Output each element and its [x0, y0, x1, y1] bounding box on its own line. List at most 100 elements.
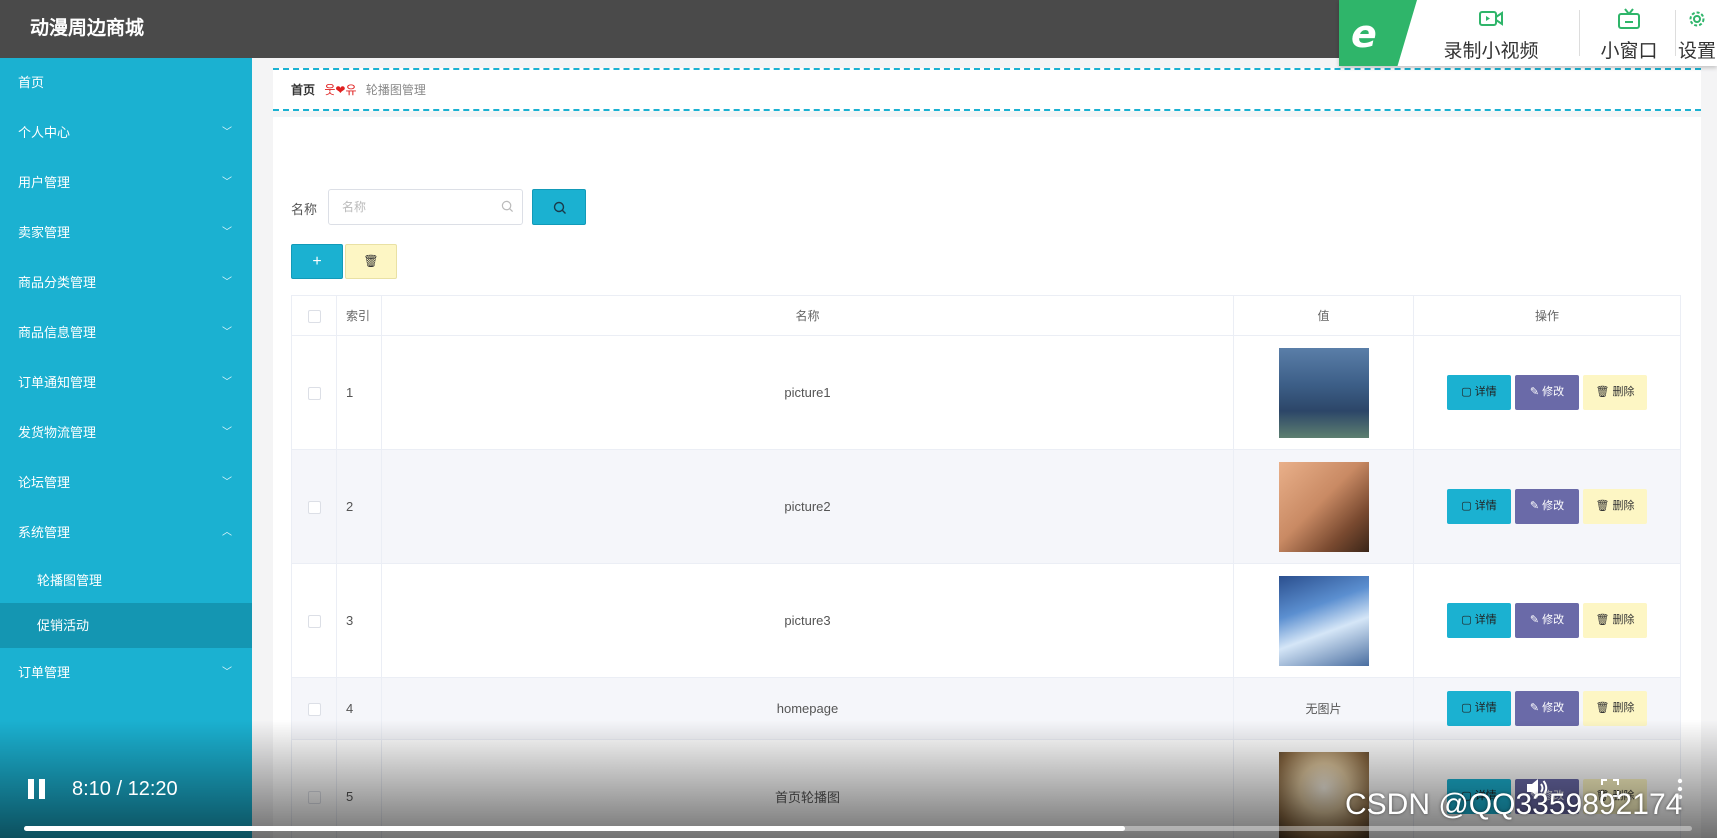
settings-label: 设置: [1677, 41, 1716, 62]
row-checkbox[interactable]: [307, 791, 321, 805]
sidebar-item-label: 商品信息管理: [18, 325, 97, 340]
sidebar-item-label: 商品分类管理: [18, 275, 97, 290]
row-index: 4: [336, 677, 382, 740]
record-video-button[interactable]: 录制小视频: [1417, 0, 1565, 66]
content-panel: 名称 + 🗑 索引 名称 值 操作 1 picture1: [273, 117, 1701, 838]
settings-button[interactable]: 设置: [1677, 0, 1717, 66]
time-display: 8:10 / 12:20: [72, 778, 178, 800]
row-image: [1278, 461, 1369, 552]
select-all-checkbox[interactable]: [307, 309, 321, 323]
breadcrumb-home[interactable]: 首页: [291, 83, 315, 97]
progress-fill: [24, 826, 1125, 831]
header-value: 值: [1233, 295, 1414, 336]
row-index: 3: [336, 563, 382, 678]
row-checkbox[interactable]: [307, 501, 321, 515]
sidebar-item-sellers[interactable]: 卖家管理 ﹀: [0, 208, 252, 258]
search-icon: [553, 201, 566, 214]
sidebar-item-label: 系统管理: [18, 525, 71, 540]
mini-window-button[interactable]: 小窗口: [1589, 0, 1669, 66]
table-row: 1 picture1 ▢ 详情 ✎ 修改 🗑 删除: [291, 335, 1681, 450]
app-title: 动漫周边商城: [30, 18, 145, 39]
watermark: CSDN @QQ3359892174: [1345, 788, 1683, 821]
row-checkbox[interactable]: [307, 703, 321, 717]
row-name: picture3: [381, 563, 1234, 678]
table-header-row: 索引 名称 值 操作: [291, 295, 1681, 336]
record-video-label: 录制小视频: [1443, 41, 1539, 62]
chevron-down-icon: ﹀: [222, 227, 232, 238]
sidebar-item-product-info[interactable]: 商品信息管理 ﹀: [0, 308, 252, 358]
sidebar-item-home[interactable]: 首页: [0, 58, 252, 108]
select-all-cell[interactable]: [291, 295, 337, 336]
delete-button[interactable]: 🗑 删除: [1583, 691, 1647, 726]
browser-logo: e: [1339, 0, 1417, 66]
sidebar-item-shipping[interactable]: 发货物流管理 ﹀: [0, 408, 252, 458]
chevron-down-icon: ﹀: [222, 327, 232, 338]
table-row: 4 homepage 无图片 ▢ 详情 ✎ 修改 🗑 删除: [291, 677, 1681, 740]
header-name: 名称: [381, 295, 1234, 336]
detail-button[interactable]: ▢ 详情: [1447, 489, 1511, 524]
row-name: 首页轮播图: [381, 739, 1234, 838]
row-index: 1: [336, 335, 382, 450]
delete-button[interactable]: 🗑 删除: [1583, 489, 1647, 524]
bulk-delete-button[interactable]: 🗑: [345, 244, 397, 279]
pause-button[interactable]: [28, 779, 46, 799]
delete-button[interactable]: 🗑 删除: [1583, 375, 1647, 410]
row-checkbox[interactable]: [307, 387, 321, 401]
sidebar-subitem-label: 促销活动: [37, 618, 90, 633]
mini-window-label: 小窗口: [1600, 41, 1658, 62]
chevron-down-icon: ﹀: [222, 277, 232, 288]
row-image: [1278, 575, 1369, 666]
search-input[interactable]: [328, 189, 523, 225]
detail-button[interactable]: ▢ 详情: [1447, 691, 1511, 726]
detail-button[interactable]: ▢ 详情: [1447, 375, 1511, 410]
breadcrumb-current: 轮播图管理: [365, 83, 426, 97]
chevron-down-icon: ﹀: [222, 427, 232, 438]
sidebar-subitem-label: 轮播图管理: [37, 573, 103, 588]
chevron-down-icon: ﹀: [222, 667, 232, 678]
header-actions: 操作: [1413, 295, 1681, 336]
breadcrumb: 首页 웃❤유 轮播图管理: [273, 68, 1701, 111]
video-camera-icon: [1479, 11, 1503, 26]
edit-button[interactable]: ✎ 修改: [1515, 603, 1579, 638]
sidebar-item-label: 订单通知管理: [18, 375, 97, 390]
chevron-down-icon: ﹀: [222, 177, 232, 188]
sidebar-item-label: 卖家管理: [18, 225, 71, 240]
edit-button[interactable]: ✎ 修改: [1515, 489, 1579, 524]
toolbar-divider: [1579, 10, 1580, 56]
delete-button[interactable]: 🗑 删除: [1583, 603, 1647, 638]
sidebar-item-order-notices[interactable]: 订单通知管理 ﹀: [0, 358, 252, 408]
sidebar-item-orders[interactable]: 订单管理 ﹀: [0, 648, 252, 698]
row-name: picture1: [381, 335, 1234, 450]
add-button[interactable]: +: [291, 244, 343, 279]
row-index: 5: [336, 739, 382, 838]
sidebar-item-system[interactable]: 系统管理 ︿: [0, 508, 252, 558]
gear-icon: [1689, 11, 1705, 27]
sidebar-item-label: 用户管理: [18, 175, 71, 190]
sidebar-item-label: 首页: [18, 75, 45, 90]
sidebar-item-product-categories[interactable]: 商品分类管理 ﹀: [0, 258, 252, 308]
search-button[interactable]: [532, 189, 586, 225]
breadcrumb-separator: 웃❤유: [324, 83, 357, 97]
sidebar-subitem-promotions[interactable]: 促销活动: [0, 603, 252, 648]
sidebar-item-forum[interactable]: 论坛管理 ﹀: [0, 458, 252, 508]
edit-button[interactable]: ✎ 修改: [1515, 375, 1579, 410]
detail-button[interactable]: ▢ 详情: [1447, 603, 1511, 638]
sidebar-item-label: 发货物流管理: [18, 425, 97, 440]
row-value: 无图片: [1233, 677, 1414, 740]
row-name: picture2: [381, 449, 1234, 564]
video-toolbar: e 录制小视频 小窗口 设置: [1339, 0, 1717, 66]
edit-button[interactable]: ✎ 修改: [1515, 691, 1579, 726]
sidebar-item-users[interactable]: 用户管理 ﹀: [0, 158, 252, 208]
row-index: 2: [336, 449, 382, 564]
sidebar-subitem-carousel[interactable]: 轮播图管理: [0, 558, 252, 603]
sidebar-item-label: 订单管理: [18, 665, 71, 680]
progress-bar[interactable]: [24, 826, 1692, 831]
chevron-down-icon: ﹀: [222, 477, 232, 488]
sidebar: 首页 个人中心 ﹀ 用户管理 ﹀ 卖家管理 ﹀ 商品分类管理 ﹀ 商品信息管理 ﹀ 订单通…: [0, 58, 252, 838]
row-checkbox[interactable]: [307, 615, 321, 629]
row-image: [1278, 347, 1369, 438]
tv-icon: [1618, 8, 1640, 29]
header-index: 索引: [336, 295, 382, 336]
sidebar-item-personal-center[interactable]: 个人中心 ﹀: [0, 108, 252, 158]
data-table: 索引 名称 值 操作 1 picture1 ▢ 详情 ✎ 修改 🗑 删除 2 p…: [291, 295, 1681, 838]
